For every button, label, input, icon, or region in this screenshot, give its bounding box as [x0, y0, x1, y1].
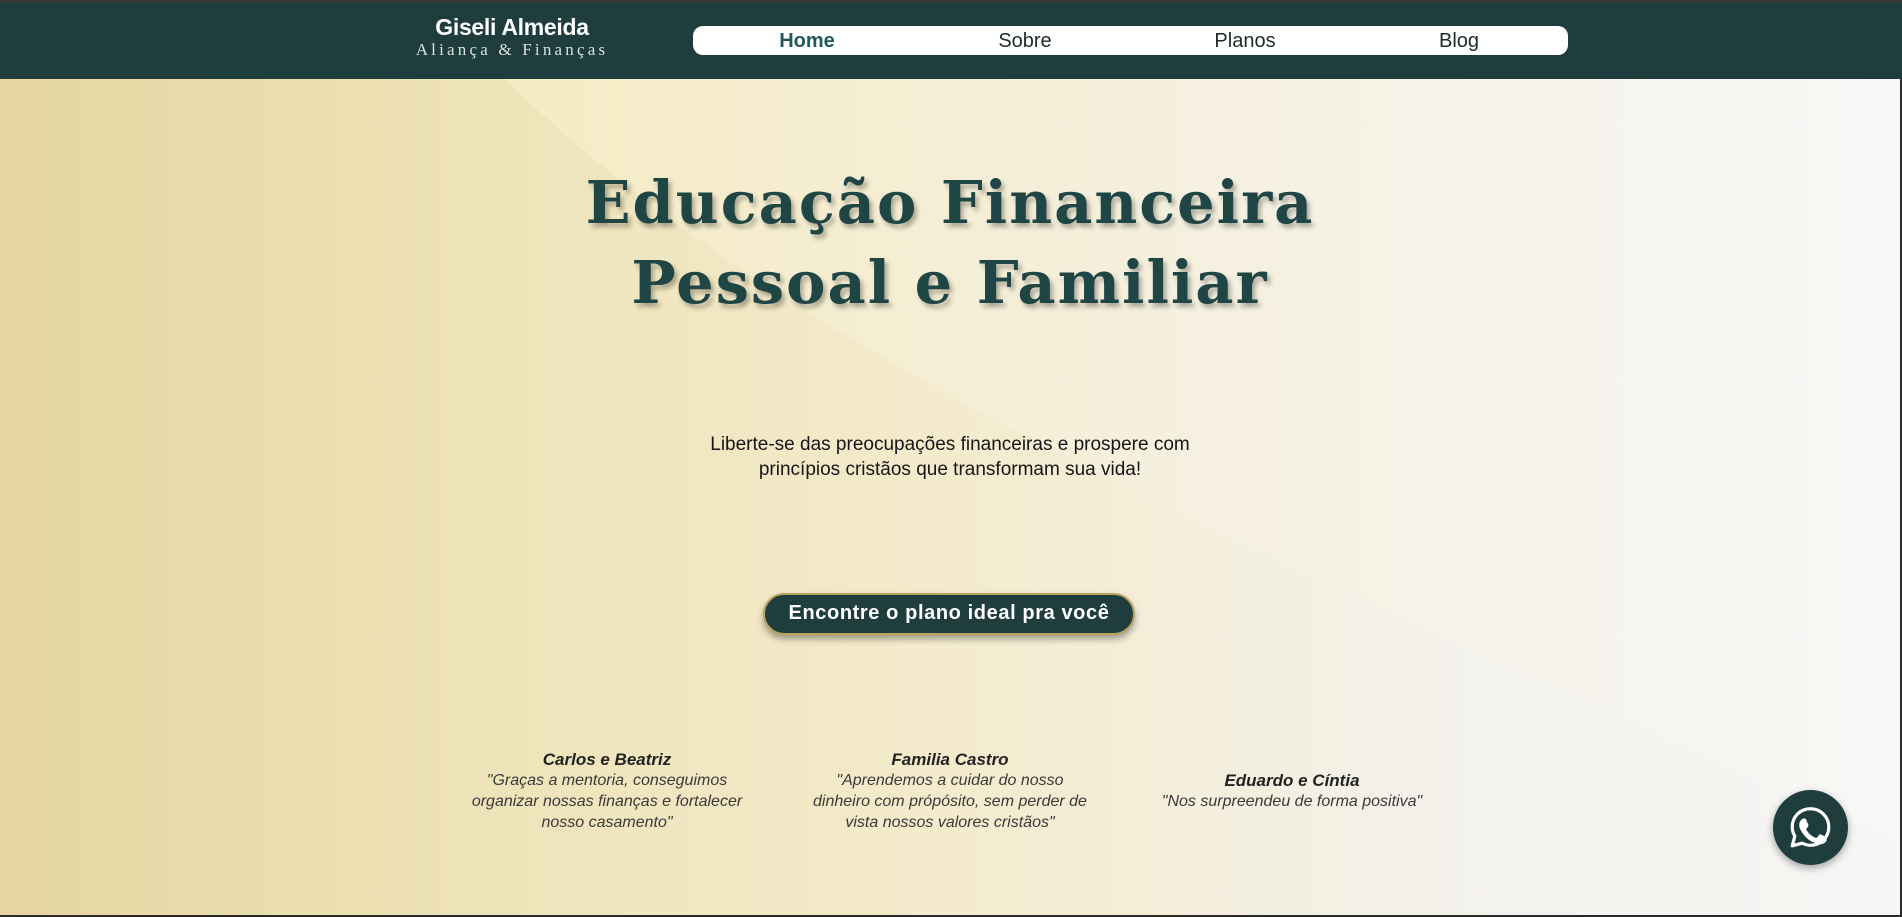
testimonial-quote-line: organizar nossas finanças e fortalecer: [471, 793, 743, 810]
whatsapp-button[interactable]: [1773, 790, 1848, 865]
brand-tagline: Aliança & Finanças: [415, 40, 609, 59]
hero-subtitle: Liberte-se das preocupações financeiras …: [650, 432, 1250, 482]
nav-link-blog[interactable]: Blog: [1439, 26, 1479, 55]
hero-title-line2: Pessoal e Familiar: [631, 248, 1269, 317]
hero-subtitle-line1: Liberte-se das preocupações financeiras …: [710, 434, 1190, 455]
hero-title: Educação Financeira Pessoal e Familiar: [450, 163, 1450, 323]
nav-link-home[interactable]: Home: [779, 26, 835, 55]
testimonial-card: Familia Castro "Aprendemos a cuidar do n…: [800, 749, 1100, 833]
hero-title-line1: Educação Financeira: [585, 168, 1315, 237]
brand-name: Giseli Almeida: [435, 14, 589, 40]
testimonial-quote-line: vista nossos valores cristãos": [845, 814, 1055, 831]
testimonial-name: Carlos e Beatriz: [542, 750, 672, 769]
testimonial-quote-line: "Graças a mentoria, conseguimos: [486, 772, 728, 789]
testimonial-quote-line: nosso casamento": [541, 814, 673, 831]
testimonial-card: Carlos e Beatriz "Graças a mentoria, con…: [457, 749, 757, 833]
whatsapp-icon: [1790, 807, 1831, 848]
main-nav: Home Sobre Planos Blog: [693, 26, 1568, 55]
hero-section: Educação Financeira Pessoal e Familiar L…: [0, 79, 1900, 915]
nav-link-planos[interactable]: Planos: [1214, 26, 1275, 55]
testimonial-quote-line: "Nos surpreendeu de forma positiva": [1161, 793, 1423, 810]
testimonial-name: Familia Castro: [891, 750, 1009, 769]
hero-subtitle-line2: princípios cristãos que transformam sua …: [758, 459, 1142, 480]
brand-logo[interactable]: Giseli Almeida Aliança & Finanças: [400, 13, 624, 60]
testimonial-quote-line: dinheiro com própósito, sem perder de: [813, 793, 1087, 810]
cta-button[interactable]: Encontre o plano ideal pra você: [763, 593, 1135, 635]
site-header: Giseli Almeida Aliança & Finanças Home S…: [0, 3, 1902, 79]
nav-link-sobre[interactable]: Sobre: [998, 26, 1051, 55]
testimonial-card: Eduardo e Cíntia "Nos surpreendeu de for…: [1142, 770, 1442, 812]
testimonial-quote-line: "Aprendemos a cuidar do nosso: [836, 772, 1064, 789]
testimonial-name: Eduardo e Cíntia: [1224, 771, 1360, 790]
